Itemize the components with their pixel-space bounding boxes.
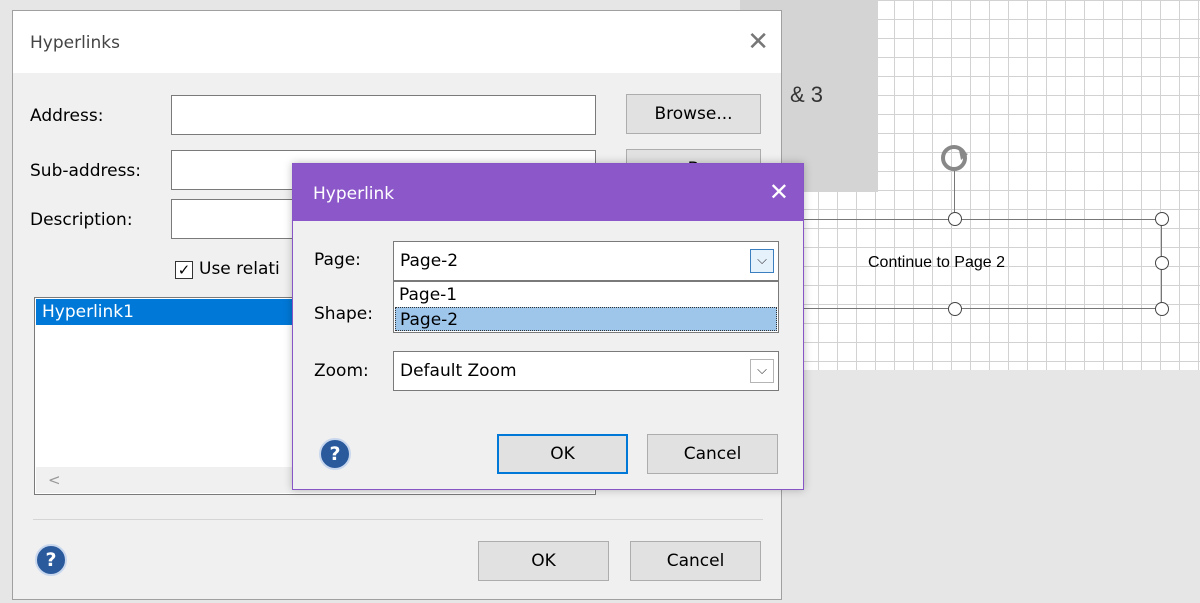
help-icon[interactable]: ? xyxy=(35,544,67,576)
cancel-button[interactable]: Cancel xyxy=(647,434,778,474)
resize-handle-bottom-right[interactable] xyxy=(1155,302,1169,316)
page-dropdown-list[interactable]: Page-1 Page-2 xyxy=(393,281,779,333)
use-relative-label: Use relati xyxy=(199,259,280,279)
description-label: Description: xyxy=(30,210,133,230)
resize-handle-bottom[interactable] xyxy=(948,302,962,316)
close-icon[interactable]: ✕ xyxy=(747,27,769,57)
dialog-title: Hyperlink xyxy=(313,184,395,204)
zoom-select-value: Default Zoom xyxy=(400,361,517,381)
dialog-titlebar: Hyperlinks ✕ xyxy=(13,11,781,73)
resize-handle-top[interactable] xyxy=(948,212,962,226)
resize-handle-right[interactable] xyxy=(1155,256,1169,270)
close-icon[interactable]: ✕ xyxy=(769,178,789,206)
use-relative-checkbox[interactable]: ✓ xyxy=(175,261,193,279)
dialog-titlebar: Hyperlink ✕ xyxy=(293,164,803,221)
rotation-connector-line xyxy=(954,170,955,218)
divider xyxy=(33,519,763,520)
help-icon[interactable]: ? xyxy=(319,438,351,470)
zoom-label: Zoom: xyxy=(314,361,369,381)
address-label: Address: xyxy=(30,106,104,126)
browse-address-button[interactable]: Browse... xyxy=(626,94,761,134)
shape-label: Continue to Page 2 xyxy=(868,254,1005,271)
hyperlink-dialog: Hyperlink ✕ Page: Page-2 ⌵ Page-1 Page-2… xyxy=(292,163,804,490)
page-option[interactable]: Page-1 xyxy=(395,283,777,307)
page-option-selected[interactable]: Page-2 xyxy=(395,307,777,331)
scroll-left-icon[interactable]: < xyxy=(48,471,61,489)
canvas-shape-text: & 3 xyxy=(790,82,824,107)
dialog-title: Hyperlinks xyxy=(30,33,121,53)
chevron-down-icon[interactable]: ⌵ xyxy=(750,249,774,273)
chevron-down-icon[interactable]: ⌵ xyxy=(750,359,774,383)
ok-button[interactable]: OK xyxy=(497,434,628,474)
resize-handle-top-right[interactable] xyxy=(1155,212,1169,226)
zoom-select[interactable]: Default Zoom ⌵ xyxy=(393,351,779,391)
cancel-button[interactable]: Cancel xyxy=(630,541,761,581)
shape-label: Shape: xyxy=(314,304,373,324)
ok-button[interactable]: OK xyxy=(478,541,609,581)
page-select[interactable]: Page-2 ⌵ xyxy=(393,241,779,281)
sub-address-label: Sub-address: xyxy=(30,161,142,181)
address-input[interactable] xyxy=(171,95,596,135)
page-label: Page: xyxy=(314,250,361,270)
page-select-value: Page-2 xyxy=(400,251,459,271)
rotate-handle-icon[interactable] xyxy=(935,140,975,176)
